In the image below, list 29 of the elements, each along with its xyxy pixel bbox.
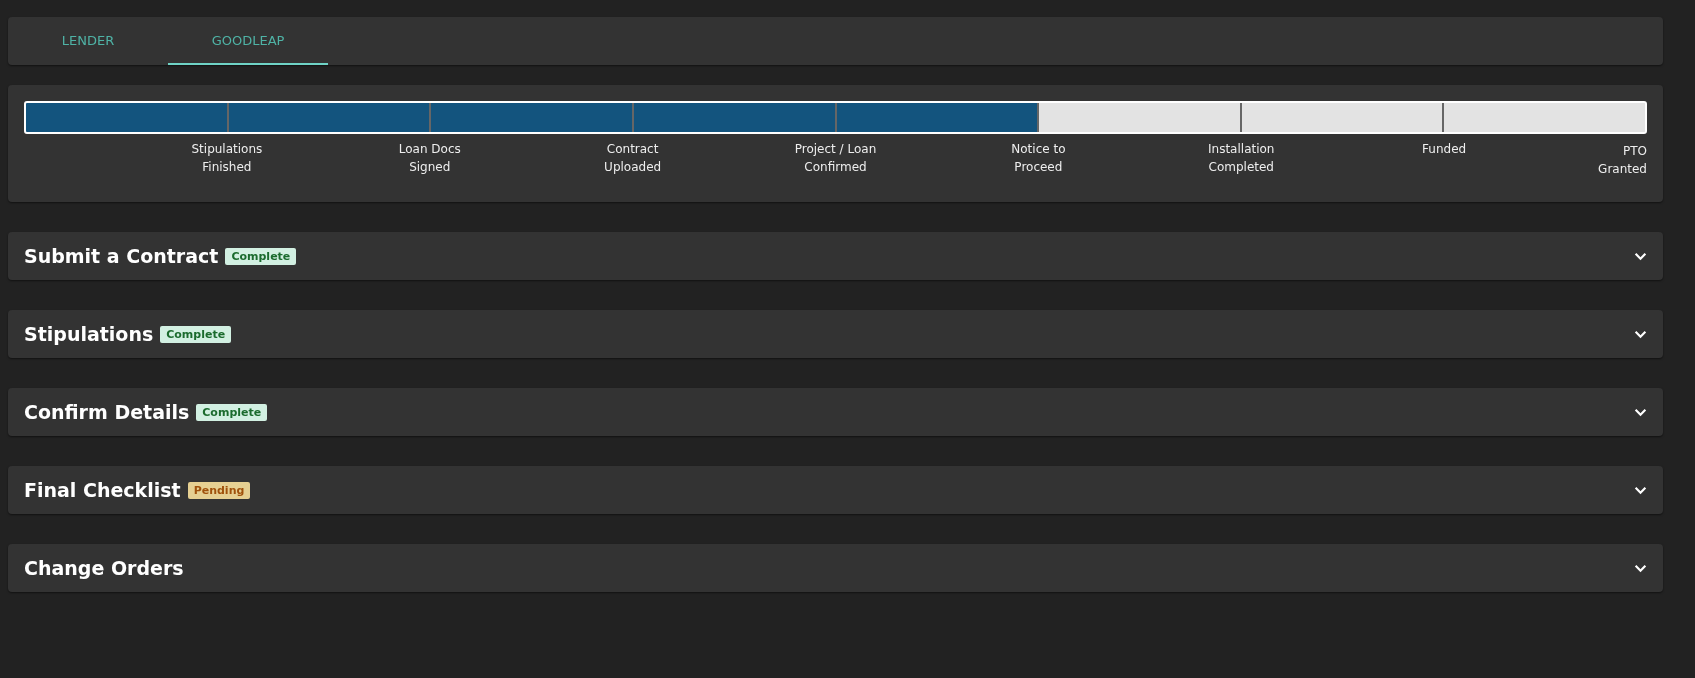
section-header[interactable]: Confirm Details Complete: [8, 388, 1663, 436]
step-label: Loan Docs Signed: [398, 141, 461, 176]
tab[interactable]: LENDER: [8, 17, 168, 65]
status-badge: Pending: [187, 481, 251, 499]
section-title: Confirm Details: [24, 401, 190, 423]
status-badge: Complete: [160, 325, 232, 343]
section-header[interactable]: Change Orders: [8, 544, 1663, 592]
step-label: Notice to Proceed: [1011, 141, 1066, 176]
chevron-icon[interactable]: [1634, 251, 1647, 261]
chevron-icon[interactable]: [1634, 407, 1647, 417]
chevron-icon[interactable]: [1634, 329, 1647, 339]
section-title: Stipulations: [24, 323, 154, 345]
status-badge: Complete: [225, 247, 297, 265]
section-title: Final Checklist: [24, 479, 181, 501]
step-label: Project / Loan Confirmed: [794, 141, 877, 176]
step-label: Contract Uploaded: [604, 141, 662, 176]
step-label: Installation Completed: [1208, 141, 1275, 176]
chevron-icon[interactable]: [1634, 563, 1647, 573]
section-title: Submit a Contract: [24, 245, 219, 267]
status-badge: Complete: [196, 403, 268, 421]
chevron-icon[interactable]: [1634, 485, 1647, 495]
section-header[interactable]: Submit a Contract Complete: [8, 232, 1663, 280]
section-header[interactable]: Final Checklist Pending: [8, 466, 1663, 514]
step-label: PTO Granted: [1598, 143, 1647, 178]
step-label: Funded: [1422, 141, 1467, 158]
section-header[interactable]: Stipulations Complete: [8, 310, 1663, 358]
tab[interactable]: GOODLEAP: [168, 17, 328, 65]
section-title: Change Orders: [24, 557, 184, 579]
step-label: Stipulations Finished: [191, 141, 263, 176]
